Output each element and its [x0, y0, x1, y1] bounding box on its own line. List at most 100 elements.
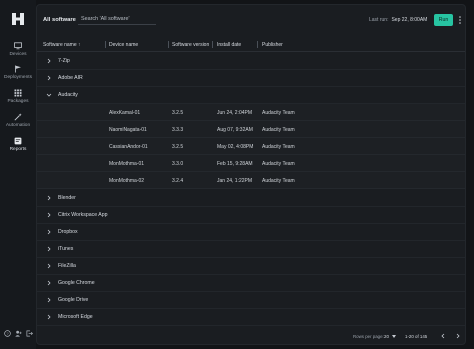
caret-down-icon[interactable] [392, 335, 396, 338]
table-row[interactable]: MonMothma-02 3.2.4 Jan 24, 1:22PM Audaci… [37, 172, 465, 189]
top-bar: All software Last run:Sep 22, 8:00AM Run [37, 5, 465, 35]
last-run-label: Last run: [369, 17, 389, 23]
group-name: Microsoft Edge [58, 314, 93, 320]
install-date: Jan 24, 1:22PM [217, 178, 253, 184]
chevron-right-icon[interactable] [46, 195, 52, 201]
chevron-right-icon[interactable] [46, 297, 52, 303]
chevron-right-icon[interactable] [46, 212, 52, 218]
install-date: May 02, 4:08PM [217, 144, 254, 150]
install-date: Jun 24, 2:04PM [217, 110, 253, 116]
table-row[interactable]: AlexKamal-01 3.2.5 Jun 24, 2:04PM Audaci… [37, 104, 465, 121]
group-name: Citrix Workspace App [58, 212, 108, 218]
page-title: All software [43, 17, 76, 23]
install-date: Aug 07, 9:32AM [217, 127, 253, 133]
last-run-value: Sep 22, 8:00AM [391, 17, 428, 23]
group-name: Dropbox [58, 229, 78, 235]
table-row-group[interactable]: FileZilla [37, 258, 465, 275]
table-header: Software name ↑ Device name Software ver… [37, 38, 465, 52]
wand-icon [14, 113, 22, 121]
rows-per-page-label: Rows per page: [353, 334, 384, 339]
table-row-group[interactable]: 7-Zip [37, 53, 465, 70]
table-row[interactable]: NaomiNagata-01 3.3.3 Aug 07, 9:32AM Auda… [37, 121, 465, 138]
column-header-software-version[interactable]: Software version [172, 42, 209, 48]
sidebar-item-automation[interactable]: Automation [0, 113, 36, 128]
table-row-group[interactable]: Blender [37, 190, 465, 207]
h-logo-icon[interactable] [11, 12, 25, 26]
search-input[interactable] [78, 13, 156, 25]
sidebar-item-label: Reports [9, 147, 27, 152]
publisher: Audacity Team [262, 161, 295, 167]
rows-per-page-select[interactable]: 20 [384, 334, 389, 339]
user-add-icon[interactable] [15, 330, 22, 337]
more-vertical-icon[interactable] [458, 15, 462, 25]
install-date: Feb 15, 9:28AM [217, 161, 253, 167]
pagination: Rows per page: 20 1-20 of 145 [37, 328, 465, 344]
column-header-publisher[interactable]: Publisher [262, 42, 283, 48]
sidebar-item-label: Devices [9, 52, 27, 57]
group-name: Google Drive [58, 297, 89, 303]
flag-icon [15, 65, 21, 73]
page-range: 1-20 of 145 [405, 334, 428, 339]
column-resize-handle[interactable] [212, 41, 213, 48]
publisher: Audacity Team [262, 127, 295, 133]
sidebar-item-label: Automation [5, 123, 31, 128]
column-resize-handle[interactable] [257, 41, 258, 48]
logout-icon[interactable] [26, 330, 33, 337]
chevron-right-icon[interactable] [46, 229, 52, 235]
table-row-group[interactable]: Microsoft Edge [37, 309, 465, 326]
sidebar: Devices Deployments Packages Automation [0, 0, 36, 349]
column-resize-handle[interactable] [105, 41, 106, 48]
table-row-group[interactable]: Dropbox [37, 224, 465, 241]
sidebar-item-deployments[interactable]: Deployments [0, 65, 36, 80]
sidebar-item-packages[interactable]: Packages [0, 89, 36, 104]
chevron-right-icon[interactable] [46, 314, 52, 320]
table-row[interactable]: CassianAndor-01 3.2.5 May 02, 4:08PM Aud… [37, 138, 465, 155]
report-icon [14, 137, 22, 145]
table-row-group[interactable]: iTunes [37, 241, 465, 258]
column-header-software-name[interactable]: Software name ↑ [43, 42, 81, 48]
sidebar-item-devices[interactable]: Devices [0, 42, 36, 57]
column-header-install-date[interactable]: Install date [217, 42, 241, 48]
publisher: Audacity Team [262, 178, 295, 184]
software-version: 3.3.0 [172, 161, 184, 167]
table-row-group[interactable]: Google Chrome [37, 275, 465, 292]
device-name: MonMothma-02 [109, 178, 145, 184]
table-row[interactable]: MonMothma-01 3.3.0 Feb 15, 9:28AM Audaci… [37, 155, 465, 172]
software-version: 3.2.5 [172, 144, 184, 150]
column-header-device-name[interactable]: Device name [109, 42, 138, 48]
monitor-icon [14, 42, 22, 50]
sidebar-item-reports[interactable]: Reports [0, 137, 36, 152]
grid-icon [14, 89, 22, 97]
device-name: MonMothma-01 [109, 161, 145, 167]
group-name: Blender [58, 195, 76, 201]
chevron-right-icon[interactable] [46, 246, 52, 252]
group-name: FileZilla [58, 263, 76, 269]
chevron-down-icon[interactable] [46, 92, 52, 98]
sidebar-item-label: Packages [7, 99, 29, 104]
chevron-right-icon[interactable] [46, 58, 52, 64]
chevron-right-icon[interactable] [46, 280, 52, 286]
table-row-group-expanded[interactable]: Audacity [37, 87, 465, 104]
device-name: CassianAndor-01 [109, 144, 148, 150]
group-name: Google Chrome [58, 280, 95, 286]
chevron-right-icon[interactable] [46, 75, 52, 81]
sidebar-item-label: Deployments [4, 75, 32, 80]
device-name: AlexKamal-01 [109, 110, 141, 116]
column-resize-handle[interactable] [168, 41, 169, 48]
svg-text:?: ? [6, 331, 9, 336]
chevron-right-icon[interactable] [455, 333, 461, 339]
software-version: 3.2.5 [172, 110, 184, 116]
group-name: Adobe AIR [58, 75, 83, 81]
publisher: Audacity Team [262, 110, 295, 116]
main-panel: All software Last run:Sep 22, 8:00AM Run… [36, 4, 466, 345]
group-name: Audacity [58, 92, 78, 98]
table-row-group[interactable]: Adobe AIR [37, 70, 465, 87]
software-version: 3.3.3 [172, 127, 184, 133]
help-icon[interactable]: ? [4, 330, 11, 337]
chevron-right-icon[interactable] [46, 263, 52, 269]
table-row-group[interactable]: Citrix Workspace App [37, 207, 465, 224]
run-button[interactable]: Run [434, 14, 453, 26]
sort-ascending-icon: ↑ [78, 42, 81, 48]
chevron-left-icon[interactable] [440, 333, 446, 339]
table-row-group[interactable]: Google Drive [37, 292, 465, 309]
